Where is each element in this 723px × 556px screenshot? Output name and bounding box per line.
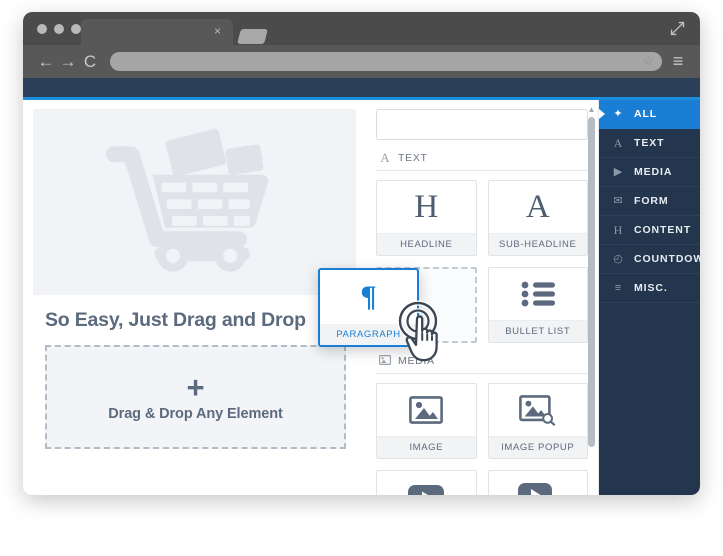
video-icon	[377, 471, 476, 495]
sidebar-item-media[interactable]: ▶ MEDIA	[599, 158, 700, 187]
section-header-media: MEDIA	[376, 343, 588, 374]
image-popup-icon	[489, 384, 588, 436]
panel-scrollbar[interactable]: ▲	[587, 106, 596, 495]
element-card-label: IMAGE POPUP	[488, 436, 587, 458]
sidebar-item-form[interactable]: ✉ FORM	[599, 187, 700, 216]
sidebar-item-label: TEXT	[634, 137, 665, 149]
section-label: MEDIA	[398, 355, 435, 367]
sidebar-item-label: MEDIA	[634, 166, 673, 178]
section-label: TEXT	[398, 152, 428, 164]
maximize-window-button[interactable]	[71, 24, 81, 34]
shopping-cart-icon	[105, 128, 268, 272]
element-card-video[interactable]	[376, 470, 477, 495]
paragraph-icon: ¶	[360, 280, 377, 313]
hero-image-block[interactable]	[33, 109, 356, 295]
element-grid-media: IMAGE IMAGE POPUP	[376, 383, 588, 495]
sidebar-item-all[interactable]: ✦ ALL	[599, 100, 700, 129]
browser-titlebar: ×	[23, 12, 700, 45]
tab-close-icon[interactable]: ×	[214, 24, 221, 38]
element-card-image-popup[interactable]: IMAGE POPUP	[487, 383, 588, 459]
page-title[interactable]: So Easy, Just Drag and Drop	[33, 295, 356, 345]
text-a-icon: A	[380, 150, 390, 165]
browser-toolbar: ← → C ☆ ≡	[23, 45, 700, 78]
sidebar-item-text[interactable]: A TEXT	[599, 129, 700, 158]
browser-window: × ← → C ☆ ≡ So Easy, Just Drag and Drop …	[23, 12, 700, 495]
plus-icon: +	[186, 370, 205, 405]
envelope-icon: ✉	[613, 195, 623, 207]
element-card-headline[interactable]: H HEADLINE	[376, 180, 477, 256]
sidebar-item-countdown[interactable]: ◴ COUNTDOWN	[599, 245, 700, 274]
browser-tab[interactable]: ×	[81, 19, 233, 45]
media-image-icon	[378, 355, 392, 367]
image-icon	[377, 384, 476, 436]
reload-icon[interactable]: C	[79, 52, 101, 72]
app-header-strip	[23, 78, 700, 100]
scroll-up-icon[interactable]: ▲	[587, 106, 596, 114]
category-sidebar: ✦ ALL A TEXT ▶ MEDIA ✉ FORM H CONTENT ◴	[599, 100, 700, 495]
clock-icon: ◴	[613, 253, 623, 265]
back-icon[interactable]: ←	[35, 52, 57, 72]
play-icon: ▶	[613, 166, 623, 178]
drag-drop-zone[interactable]: + Drag & Drop Any Element	[45, 345, 346, 449]
element-card-sub-headline[interactable]: A SUB-HEADLINE	[487, 180, 588, 256]
bookmark-star-icon[interactable]: ☆	[642, 53, 654, 69]
video-popup-icon	[489, 471, 588, 495]
section-header-text: A TEXT	[376, 140, 588, 171]
sidebar-item-content[interactable]: H CONTENT	[599, 216, 700, 245]
sidebar-item-label: ALL	[634, 108, 658, 120]
expand-window-icon[interactable]	[669, 20, 686, 37]
magic-wand-icon: ✦	[613, 108, 623, 120]
search-input[interactable]	[376, 109, 588, 140]
minimize-window-button[interactable]	[54, 24, 64, 34]
element-card-label: HEADLINE	[377, 233, 476, 255]
scrollbar-thumb[interactable]	[588, 117, 595, 447]
bullet-list-icon	[489, 268, 588, 320]
sidebar-item-label: MISC.	[634, 282, 668, 294]
element-card-label: IMAGE	[377, 436, 476, 458]
element-card-image[interactable]: IMAGE	[376, 383, 477, 459]
sidebar-item-misc[interactable]: ≡ MISC.	[599, 274, 700, 303]
address-bar[interactable]: ☆	[110, 52, 662, 71]
sidebar-item-label: COUNTDOWN	[634, 253, 700, 265]
dragged-element-card-paragraph[interactable]: ¶ PARAGRAPH	[318, 268, 419, 347]
forward-icon[interactable]: →	[57, 52, 79, 72]
element-card-label: BULLET LIST	[488, 320, 587, 342]
headline-icon: H	[414, 189, 439, 225]
close-window-button[interactable]	[37, 24, 47, 34]
browser-menu-icon[interactable]: ≡	[668, 51, 688, 72]
sub-headline-icon: A	[525, 189, 550, 225]
window-traffic-lights	[37, 24, 81, 34]
element-card-label: SUB-HEADLINE	[488, 233, 587, 255]
element-card-video-popup[interactable]	[487, 470, 588, 495]
new-tab-button[interactable]	[237, 29, 268, 44]
heading-icon: H	[613, 223, 623, 237]
list-icon: ≡	[614, 282, 622, 294]
sidebar-item-label: FORM	[634, 195, 669, 207]
sidebar-item-label: CONTENT	[634, 224, 692, 236]
text-a-icon: A	[613, 136, 623, 150]
element-card-bullet-list[interactable]: BULLET LIST	[487, 267, 588, 343]
page-canvas[interactable]: So Easy, Just Drag and Drop + Drag & Dro…	[23, 100, 366, 495]
dragged-card-label: PARAGRAPH	[320, 324, 417, 345]
drop-zone-label: Drag & Drop Any Element	[108, 406, 283, 422]
